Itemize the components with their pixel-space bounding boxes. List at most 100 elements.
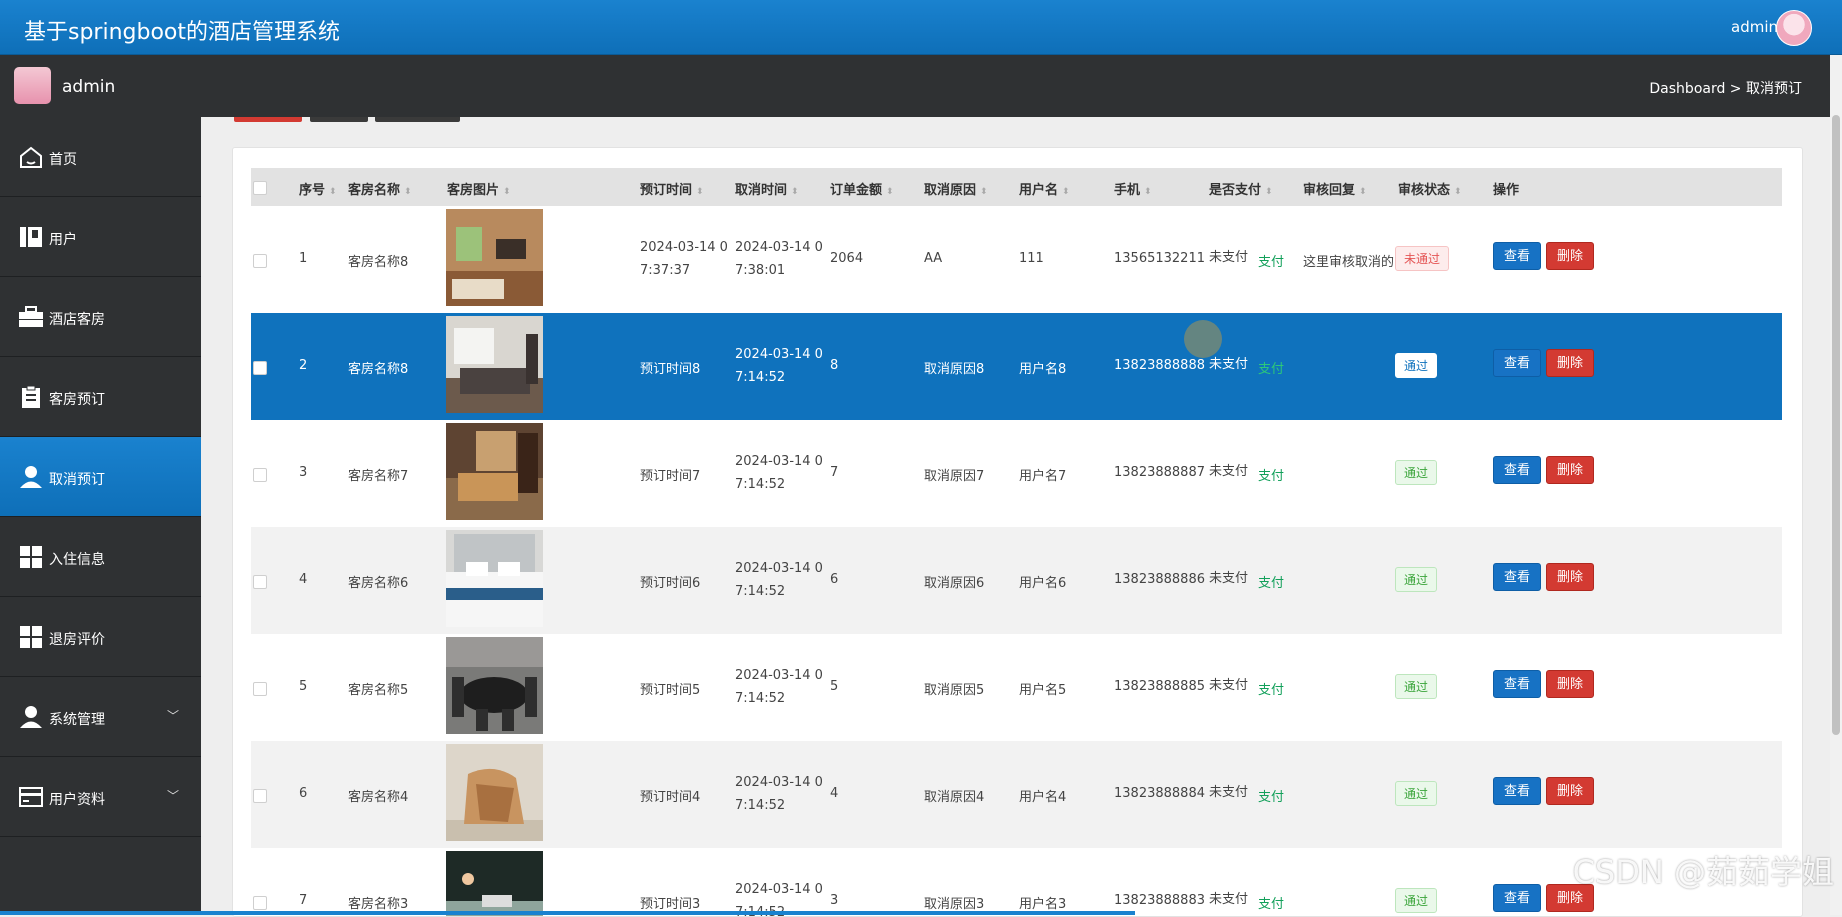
column-header[interactable]: 手机 ⬍	[1114, 179, 1152, 198]
sidebar-item-checkin[interactable]: 入住信息	[0, 517, 201, 597]
column-header[interactable]: 取消时间 ⬍	[735, 179, 799, 198]
view-button[interactable]: 查看	[1493, 670, 1541, 698]
row-checkbox[interactable]	[253, 789, 267, 803]
sidebar-item-users[interactable]: 用户	[0, 197, 201, 277]
watermark: CSDN @茹茹学姐	[1572, 853, 1834, 891]
view-button[interactable]: 查看	[1493, 563, 1541, 591]
delete-button[interactable]: 删除	[1546, 242, 1594, 270]
delete-button[interactable]: 删除	[1546, 349, 1594, 377]
sub-header: admin Dashboard > 取消预订	[0, 55, 1830, 117]
sort-icon[interactable]: ⬍	[1359, 187, 1367, 197]
cell-cancel-time-line2: 7:14:52	[735, 584, 786, 599]
column-header[interactable]: 预订时间 ⬍	[640, 179, 704, 198]
row-checkbox[interactable]	[253, 682, 267, 696]
column-header[interactable]: 是否支付 ⬍	[1209, 179, 1273, 198]
view-button[interactable]: 查看	[1493, 884, 1541, 912]
sort-icon[interactable]: ⬍	[1265, 187, 1273, 197]
cell-cancel-time: 2024-03-14 0	[735, 454, 823, 469]
select-all-checkbox[interactable]	[253, 181, 267, 195]
pay-link[interactable]: 支付	[1258, 358, 1284, 377]
room-image[interactable]	[446, 744, 543, 841]
table-row[interactable]: 6 客房名称4 预订时间4 2024-03-14 0 7:14:52 4 取消原…	[251, 741, 1782, 848]
breadcrumb[interactable]: Dashboard > 取消预订	[1649, 78, 1802, 98]
sidebar-item-home[interactable]: 首页	[0, 117, 201, 197]
column-header[interactable]: 订单金额 ⬍	[830, 179, 894, 198]
status-badge: 通过	[1395, 567, 1438, 592]
sort-icon[interactable]: ⬍	[791, 187, 799, 197]
row-checkbox[interactable]	[253, 575, 267, 589]
sort-icon[interactable]: ⬍	[696, 187, 704, 197]
room-image[interactable]	[446, 851, 543, 917]
column-header[interactable]: 序号 ⬍	[299, 179, 337, 198]
delete-button[interactable]: 删除	[1546, 777, 1594, 805]
cell-amount: 3	[830, 893, 839, 908]
row-checkbox[interactable]	[253, 468, 267, 482]
table-row[interactable]: 5 客房名称5 预订时间5 2024-03-14 0 7:14:52 5 取消原…	[251, 634, 1782, 741]
sort-icon[interactable]: ⬍	[1062, 187, 1070, 197]
view-button[interactable]: 查看	[1493, 456, 1541, 484]
cell-book-time-line2: 7:37:37	[640, 263, 691, 278]
table-row[interactable]: 3 客房名称7 预订时间7 2024-03-14 0 7:14:52 7 取消原…	[251, 420, 1782, 527]
pay-link[interactable]: 支付	[1258, 786, 1284, 805]
sidebar-item-profile[interactable]: 用户资料 ﹀	[0, 757, 201, 837]
scrollbar-thumb[interactable]	[1832, 115, 1840, 735]
sort-icon[interactable]: ⬍	[980, 187, 988, 197]
header-avatar[interactable]	[1776, 10, 1812, 46]
room-image[interactable]	[446, 209, 543, 306]
table-row[interactable]: 7 客房名称3 预订时间3 2024-03-14 0 7:14:52 3 取消原…	[251, 848, 1782, 917]
delete-button[interactable]: 删除	[1546, 563, 1594, 591]
column-header[interactable]: 客房名称 ⬍	[348, 179, 412, 198]
sort-icon[interactable]: ⬍	[329, 187, 337, 197]
cell-cancel-time: 2024-03-14 0	[735, 882, 823, 897]
sidebar-item-checkout-review[interactable]: 退房评价	[0, 597, 201, 677]
sidebar-item-label: 客房预订	[49, 392, 105, 408]
pay-link[interactable]: 支付	[1258, 572, 1284, 591]
column-header[interactable]: 取消原因 ⬍	[924, 179, 988, 198]
sidebar-item-system[interactable]: 系统管理 ﹀	[0, 677, 201, 757]
sort-icon[interactable]: ⬍	[503, 187, 511, 197]
row-checkbox[interactable]	[253, 361, 267, 375]
card-icon	[19, 787, 43, 807]
view-button[interactable]: 查看	[1493, 349, 1541, 377]
sort-icon[interactable]: ⬍	[1454, 187, 1462, 197]
sort-icon[interactable]: ⬍	[1144, 187, 1152, 197]
page-scrollbar[interactable]	[1830, 55, 1842, 915]
pay-link[interactable]: 支付	[1258, 893, 1284, 912]
pay-link[interactable]: 支付	[1258, 679, 1284, 698]
chevron-down-icon[interactable]: ﹀	[167, 707, 179, 724]
sort-icon[interactable]: ⬍	[404, 187, 412, 197]
bottom-progress-line	[0, 911, 1135, 915]
sort-icon[interactable]: ⬍	[886, 187, 894, 197]
room-image[interactable]	[446, 637, 543, 734]
view-button[interactable]: 查看	[1493, 242, 1541, 270]
top-header: 基于springboot的酒店管理系统 admin	[0, 0, 1842, 55]
toolbar-button[interactable]	[375, 117, 460, 122]
column-header[interactable]: 客房图片 ⬍	[447, 179, 511, 198]
pay-link[interactable]: 支付	[1258, 465, 1284, 484]
column-header[interactable]: 审核回复 ⬍	[1303, 179, 1367, 198]
table-row[interactable]: 4 客房名称6 预订时间6 2024-03-14 0 7:14:52 6 取消原…	[251, 527, 1782, 634]
delete-button[interactable]: 删除	[1546, 670, 1594, 698]
header-username[interactable]: admin	[1731, 18, 1778, 36]
table-row[interactable]: 1 客房名称8 2024-03-14 0 7:37:37 2024-03-14 …	[251, 206, 1782, 313]
column-header[interactable]: 用户名 ⬍	[1019, 179, 1070, 198]
column-header[interactable]: 审核状态 ⬍	[1398, 179, 1462, 198]
room-image[interactable]	[446, 530, 543, 627]
table-row-selected[interactable]: 2 客房名称8 预订时间8 2024-03-14 0 7:14:52 8 取消原…	[251, 313, 1782, 420]
toolbar-add-button[interactable]	[234, 117, 302, 122]
pay-link[interactable]: 支付	[1258, 251, 1284, 270]
cell-book-time: 预订时间6	[640, 576, 701, 591]
toolbar-button[interactable]	[310, 117, 368, 122]
room-image[interactable]	[446, 423, 543, 520]
sidebar-item-label: 酒店客房	[49, 312, 105, 328]
delete-button[interactable]: 删除	[1546, 456, 1594, 484]
sidebar-item-rooms[interactable]: 酒店客房	[0, 277, 201, 357]
row-checkbox[interactable]	[253, 896, 267, 910]
cell-amount: 7	[830, 465, 839, 480]
view-button[interactable]: 查看	[1493, 777, 1541, 805]
sidebar-item-cancel-booking[interactable]: 取消预订	[0, 437, 201, 517]
row-checkbox[interactable]	[253, 254, 267, 268]
chevron-down-icon[interactable]: ﹀	[167, 787, 179, 804]
room-image[interactable]	[446, 316, 543, 413]
sidebar-item-booking[interactable]: 客房预订	[0, 357, 201, 437]
